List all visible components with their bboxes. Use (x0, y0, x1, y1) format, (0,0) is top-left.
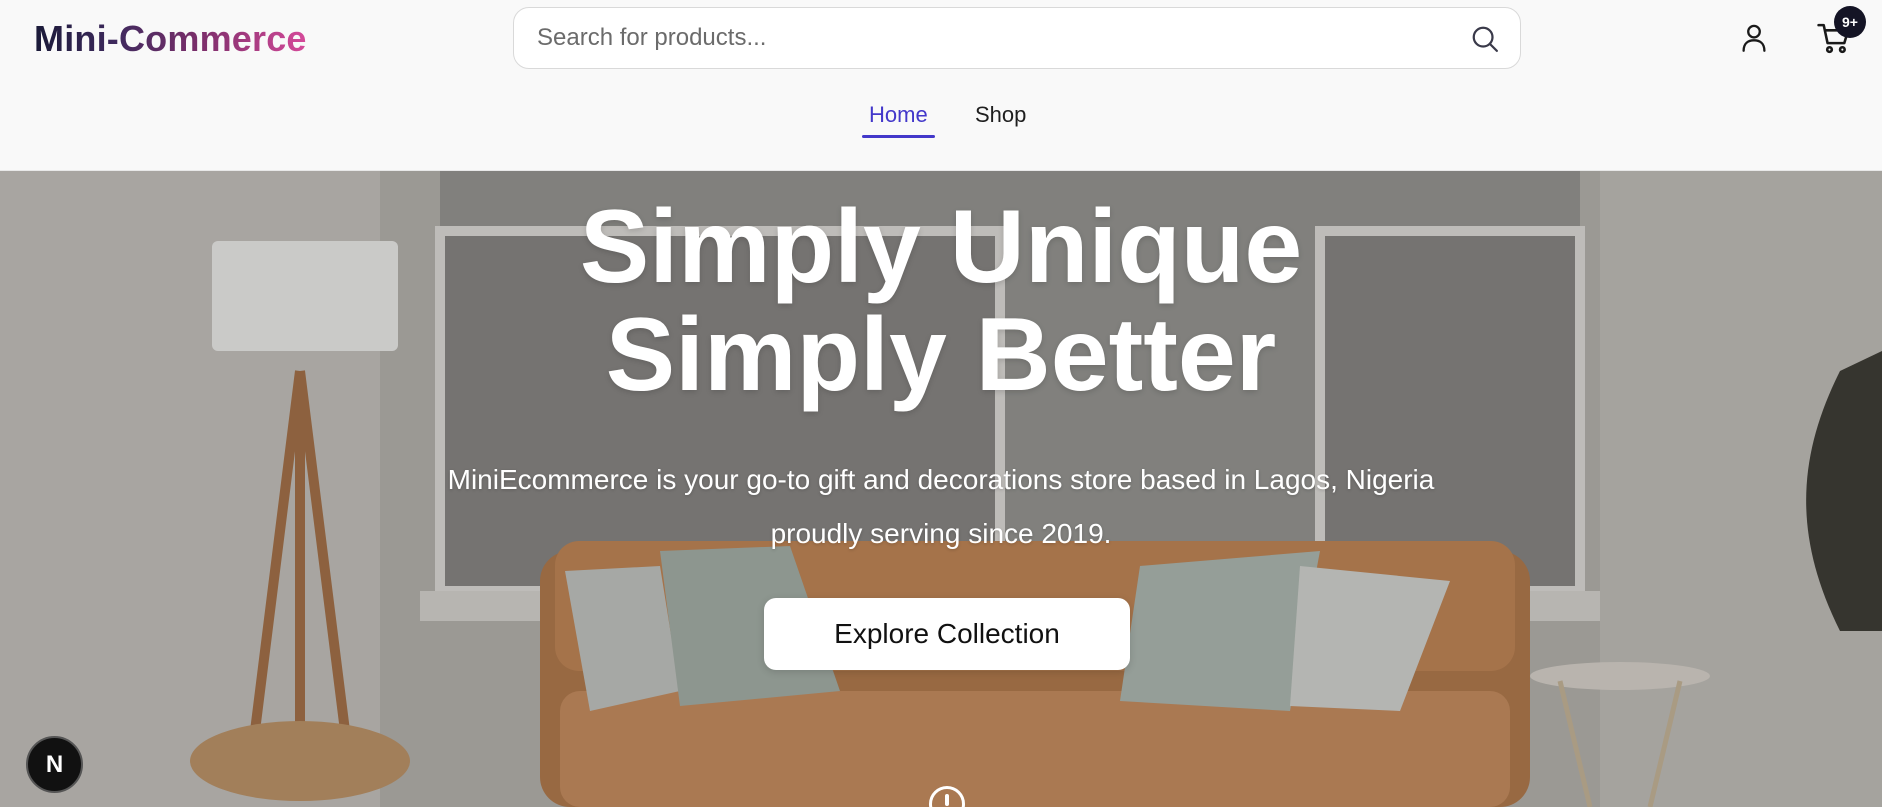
hero-title-line-2: Simply Better (605, 297, 1277, 413)
hero-title-line-1: Simply Unique (579, 189, 1303, 305)
hero-title: Simply Unique Simply Better (0, 193, 1882, 409)
search-bar (513, 7, 1521, 69)
nav-shop-link[interactable]: Shop (975, 102, 1026, 138)
search-icon[interactable] (1470, 24, 1500, 54)
cart-count-badge: 9+ (1834, 6, 1866, 38)
dev-tools-badge[interactable]: N (26, 736, 83, 793)
hero-subtitle-line-2: proudly serving since 2019. (770, 518, 1112, 549)
hero-banner: Simply Unique Simply Better MiniEcommerc… (0, 171, 1882, 807)
explore-collection-button[interactable]: Explore Collection (764, 598, 1130, 670)
hero-subtitle-line-1: MiniEcommerce is your go-to gift and dec… (447, 464, 1435, 495)
hero-subtitle: MiniEcommerce is your go-to gift and dec… (0, 453, 1882, 561)
user-icon[interactable] (1740, 23, 1768, 53)
brand-logo[interactable]: Mini-Commerce (34, 18, 307, 60)
search-input[interactable] (537, 18, 1457, 58)
main-nav: Home Shop (0, 96, 1882, 146)
nav-home-link[interactable]: Home (862, 102, 935, 138)
site-header: Mini-Commerce 9+ Home Shop (0, 0, 1882, 171)
